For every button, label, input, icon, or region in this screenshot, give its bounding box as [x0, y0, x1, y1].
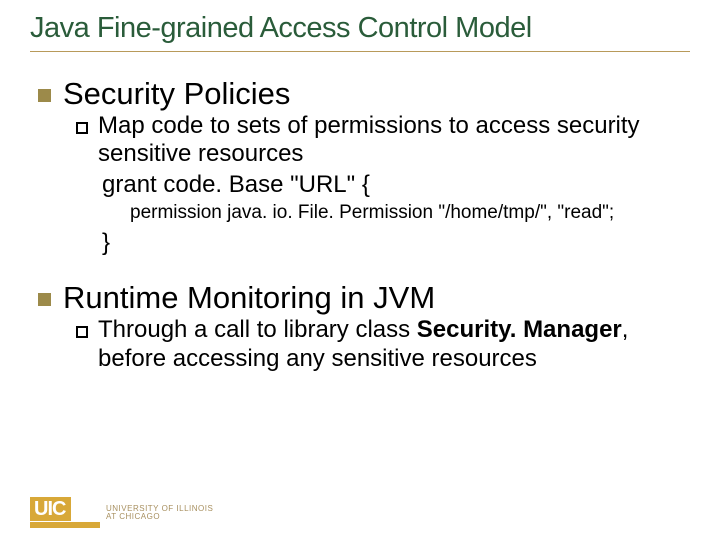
list-item: Map code to sets of permissions to acces… [76, 112, 690, 170]
bullet-icon [38, 293, 51, 306]
sub-text: Through a call to library class Security… [98, 316, 690, 374]
bullet-icon [76, 326, 88, 338]
logo-mark: UIC [30, 497, 71, 521]
logo-underline [30, 522, 100, 528]
section-heading: Security Policies [63, 76, 290, 112]
code-line: permission java. io. File. Permission "/… [130, 200, 690, 227]
uic-logo: UIC UNIVERSITY OF ILLINOIS AT CHICAGO [30, 497, 213, 528]
list-item: Security Policies [38, 76, 690, 112]
bullet-icon [38, 89, 51, 102]
logo-text: UNIVERSITY OF ILLINOIS AT CHICAGO [106, 505, 213, 521]
slide-title: Java Fine-grained Access Control Model [30, 12, 690, 52]
code-line: } [102, 227, 690, 258]
list-item: Runtime Monitoring in JVM [38, 280, 690, 316]
sub-text: Map code to sets of permissions to acces… [98, 112, 690, 170]
bullet-icon [76, 122, 88, 134]
list-item: Through a call to library class Security… [76, 316, 690, 374]
code-line: grant code. Base "URL" { [102, 169, 690, 200]
section-heading: Runtime Monitoring in JVM [63, 280, 435, 316]
